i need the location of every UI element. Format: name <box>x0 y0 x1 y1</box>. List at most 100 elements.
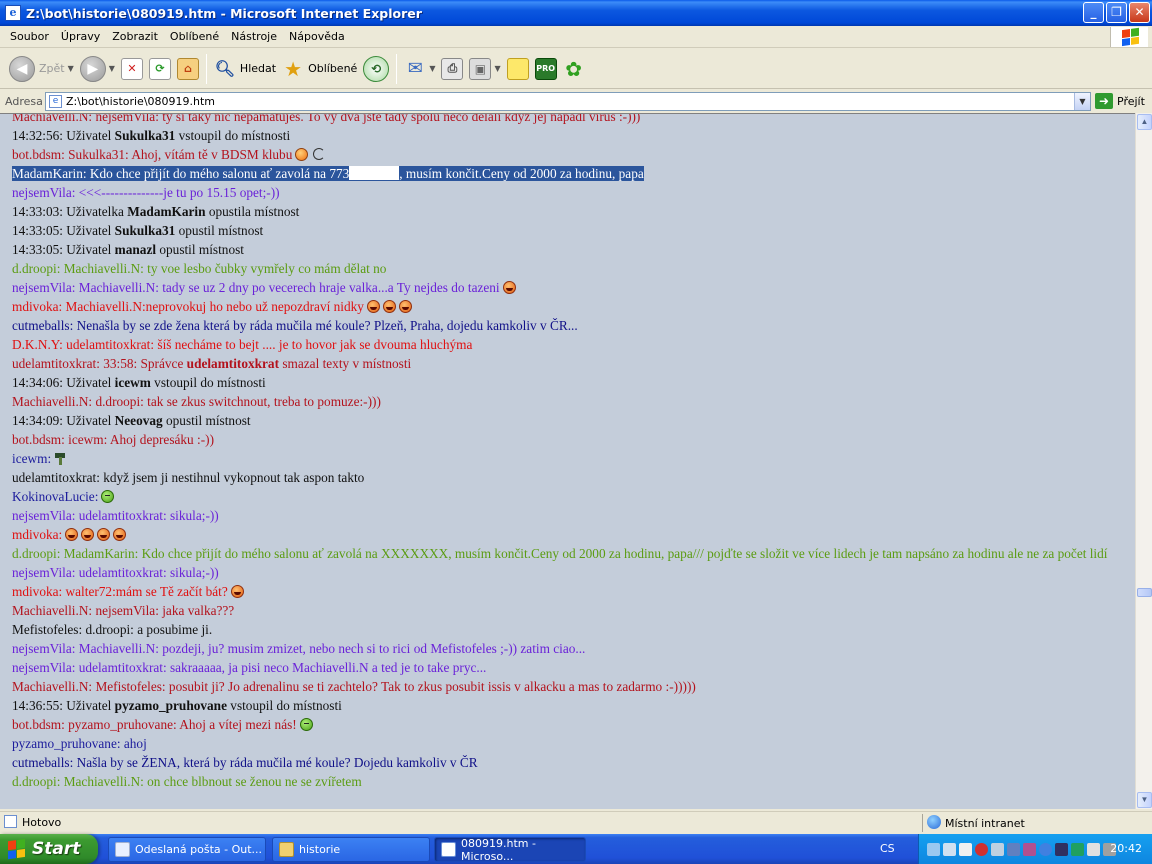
icq-button[interactable]: ✿ <box>560 52 588 86</box>
tray-pen-icon[interactable] <box>943 842 956 856</box>
tray-speaker-icon[interactable] <box>1087 842 1100 856</box>
window-controls: _ ❐ ✕ <box>1083 2 1150 23</box>
chat-message: 14:32:56: Uživatel Sukulka31 vstoupil do… <box>12 126 1122 145</box>
system-tray: 20:42 <box>918 834 1152 864</box>
chat-message: mdivoka: Machiavelli.N:neprovokuj ho neb… <box>12 297 1122 316</box>
scroll-thumb[interactable] <box>1137 588 1152 597</box>
chat-text: mdivoka: <box>12 527 63 542</box>
chat-message: d.droopi: Machiavelli.N: on chce blbnout… <box>12 772 1122 791</box>
go-label: Přejít <box>1117 94 1145 108</box>
edit-dropdown-icon[interactable]: ▼ <box>494 64 500 73</box>
menu-file[interactable]: Soubor <box>4 28 55 45</box>
chat-message: d.droopi: MadamKarin: Kdo chce přijít do… <box>12 544 1122 563</box>
toolbar-separator <box>396 53 398 84</box>
back-dropdown-icon[interactable]: ▼ <box>68 64 74 73</box>
task-internet-explorer[interactable]: 080919.htm - Microso... <box>434 836 586 863</box>
tray-globe-icon[interactable] <box>1039 842 1052 856</box>
tray-bug-icon[interactable] <box>1023 842 1036 856</box>
task-folder-historie[interactable]: historie <box>272 837 430 862</box>
forward-button[interactable]: ▶ ▼ <box>77 52 118 86</box>
emoticon-smile-icon <box>101 490 115 503</box>
security-zone[interactable]: Místní intranet <box>922 814 1148 832</box>
page-content[interactable]: Machiavelli.N: nejsemVila: ty si taky ni… <box>0 113 1135 809</box>
minimize-button[interactable]: _ <box>1083 2 1104 23</box>
emoticon-whip-icon <box>311 148 327 161</box>
status-page-icon <box>4 815 17 828</box>
task-outlook[interactable]: Odeslaná pošta - Out... <box>108 837 266 862</box>
note-icon <box>506 57 529 80</box>
menu-edit[interactable]: Úpravy <box>55 28 106 45</box>
chat-message: Machiavelli.N: Mefistofeles: posubit ji?… <box>12 677 1122 696</box>
menu-help[interactable]: Nápověda <box>283 28 351 45</box>
tray-network-icon[interactable] <box>927 842 940 856</box>
address-input[interactable]: e Z:\bot\historie\080919.htm ▼ <box>45 91 1091 111</box>
ie-icon[interactable]: e <box>5 5 21 21</box>
go-arrow-icon: ➜ <box>1095 93 1113 109</box>
language-indicator[interactable]: CS <box>880 842 895 855</box>
chat-message: 14:34:09: Uživatel Neeovag opustil místn… <box>12 411 1122 430</box>
chat-text: opustil místnost <box>162 413 251 428</box>
chat-message: Machiavelli.N: nejsemVila: jaka valka??? <box>12 601 1122 620</box>
chat-text: Machiavelli.N: nejsemVila: jaka valka??? <box>12 603 235 618</box>
tray-sync-icon[interactable] <box>1071 842 1084 856</box>
menu-tools[interactable]: Nástroje <box>225 28 283 45</box>
edit-icon: ▣ <box>469 57 492 80</box>
close-button[interactable]: ✕ <box>1129 2 1150 23</box>
back-button[interactable]: ◀ Zpět ▼ <box>6 52 77 86</box>
tray-display-icon[interactable] <box>1007 842 1020 856</box>
emoticon-laugh-icon <box>382 300 396 313</box>
chat-message: D.K.N.Y: udelamtitoxkrat: šíš necháme to… <box>12 335 1122 354</box>
chat-message: mdivoka: <box>12 525 1122 544</box>
address-bar: Adresa e Z:\bot\historie\080919.htm ▼ ➜ … <box>0 90 1152 112</box>
chat-text: nejsemVila: udelamtitoxkrat: sakraaaaa, … <box>12 660 487 675</box>
task-label: 080919.htm - Microso... <box>461 836 536 863</box>
scroll-up-button[interactable]: ▲ <box>1137 114 1152 130</box>
chat-message: KokinovaLucie: <box>12 487 1122 506</box>
chat-username: Sukulka31 <box>114 223 176 238</box>
chat-text: Machiavelli.N: Mefistofeles: posubit ji?… <box>12 679 696 694</box>
search-icon: 🔍︎ <box>214 59 236 78</box>
maximize-button[interactable]: ❐ <box>1106 2 1127 23</box>
emoticon-laugh-icon <box>81 528 95 541</box>
tray-disk-icon[interactable] <box>1055 842 1068 856</box>
note-button[interactable] <box>504 52 532 86</box>
favorites-star-icon: ★ <box>284 56 303 81</box>
chat-text: MadamKarin: Kdo chce přijít do mého salo… <box>12 166 350 181</box>
mail-button[interactable]: ✉ ▼ <box>401 52 438 86</box>
chat-text: cutmeballs: Našla by se ŽENA, která by r… <box>12 755 478 770</box>
menu-view[interactable]: Zobrazit <box>106 28 164 45</box>
chat-message: nejsemVila: udelamtitoxkrat: sikula;-)) <box>12 506 1122 525</box>
chat-message: cutmeballs: Nenašla by se zde žena která… <box>12 316 1122 335</box>
stop-button[interactable]: ✕ <box>118 52 146 86</box>
print-icon: ⎙ <box>441 57 464 80</box>
chat-text: 14:33:05: Uživatel <box>12 242 115 257</box>
tray-monitor-icon[interactable] <box>991 842 1004 856</box>
chat-username: pyzamo_pruhovane <box>114 698 227 713</box>
tray-app-icon[interactable] <box>959 842 972 856</box>
address-dropdown-icon[interactable]: ▼ <box>1074 92 1090 110</box>
scroll-down-button[interactable]: ▼ <box>1137 792 1152 808</box>
mail-dropdown-icon[interactable]: ▼ <box>429 64 435 73</box>
status-text-area: Hotovo <box>0 815 330 829</box>
home-button[interactable]: ⌂ <box>174 52 202 86</box>
icq-pro-button[interactable]: PRO <box>532 52 560 86</box>
go-button[interactable]: ➜ Přejít <box>1095 93 1145 109</box>
status-bar: Hotovo Místní intranet <box>0 811 1152 833</box>
chat-message: udelamtitoxkrat: 33:58: Správce udelamti… <box>12 354 1122 373</box>
tray-shield-icon[interactable] <box>975 842 988 856</box>
start-button[interactable]: Start <box>0 834 98 864</box>
chat-username: MadamKarin <box>127 204 206 219</box>
menu-favorites[interactable]: Oblíbené <box>164 28 225 45</box>
history-button[interactable]: ⟲ <box>360 52 392 86</box>
chat-text: 14:34:06: Uživatel <box>12 375 115 390</box>
favorites-button[interactable]: ★ Oblíbené <box>279 52 360 86</box>
refresh-button[interactable]: ⟳ <box>146 52 174 86</box>
edit-button[interactable]: ▣ ▼ <box>466 52 503 86</box>
chat-message: 14:33:05: Uživatel manazl opustil místno… <box>12 240 1122 259</box>
forward-dropdown-icon[interactable]: ▼ <box>109 64 115 73</box>
chat-text: KokinovaLucie: <box>12 489 99 504</box>
print-button[interactable]: ⎙ <box>438 52 466 86</box>
chat-message: cutmeballs: Našla by se ŽENA, která by r… <box>12 753 1122 772</box>
search-button[interactable]: 🔍︎ Hledat <box>211 52 279 86</box>
vertical-scrollbar[interactable]: ▲ ▼ <box>1135 113 1152 809</box>
